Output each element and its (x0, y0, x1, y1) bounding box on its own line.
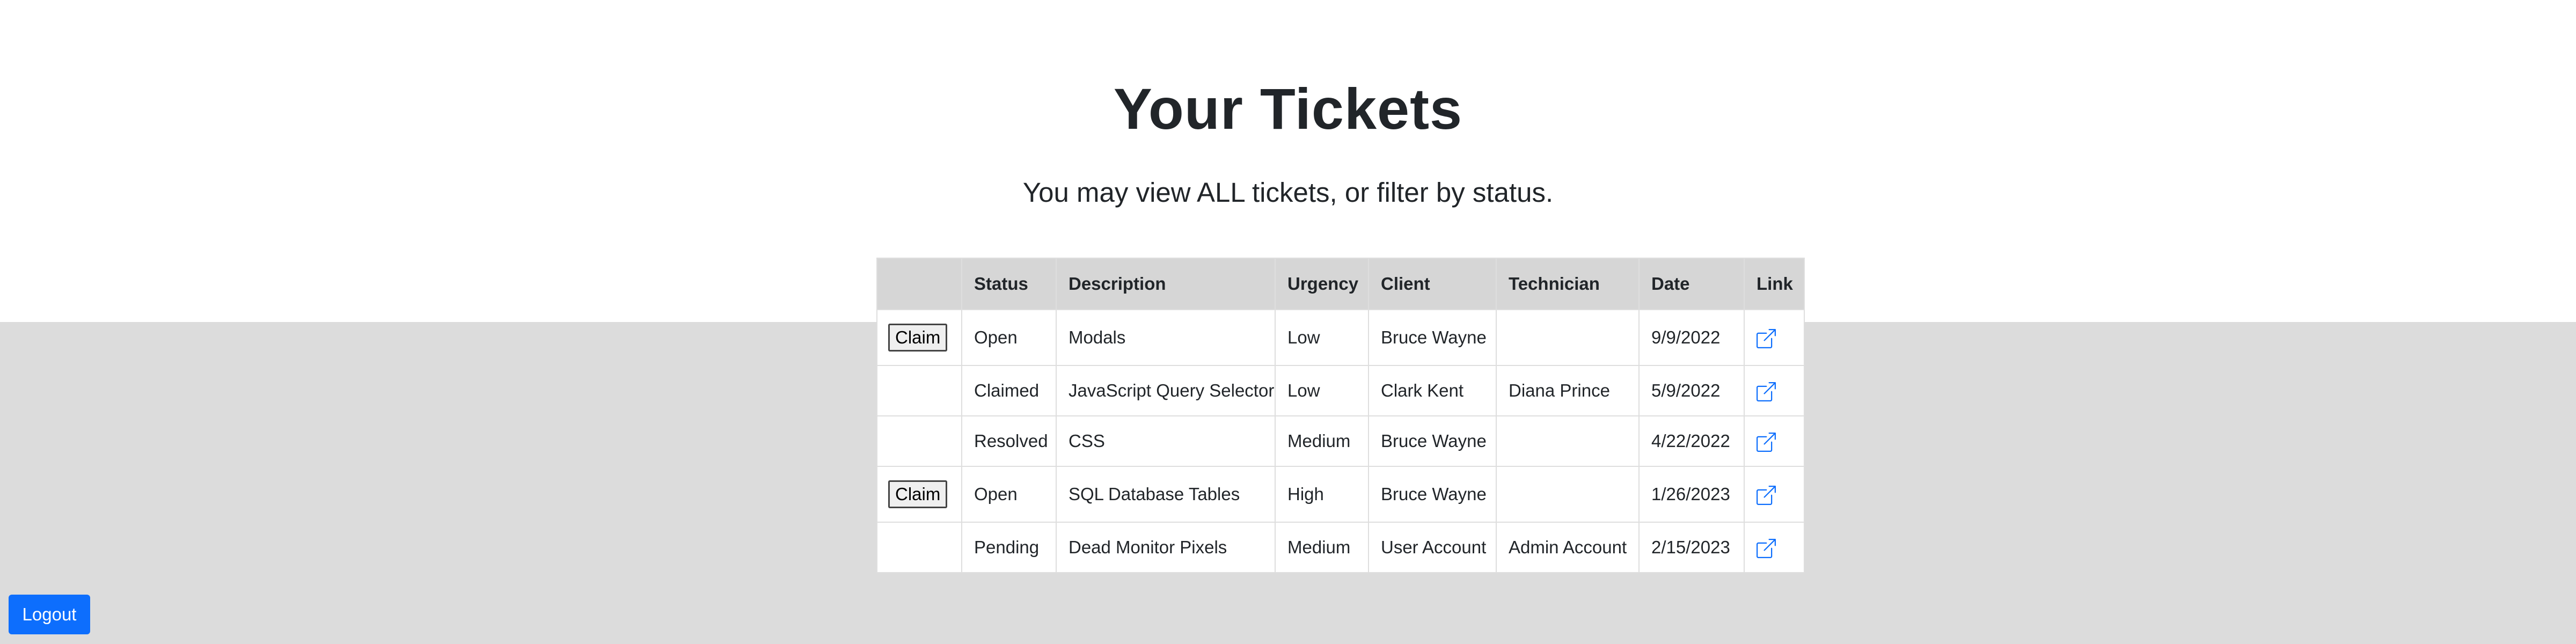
urgency-cell: Low (1275, 365, 1369, 416)
page-title: Your Tickets (1113, 76, 1463, 141)
column-header-status: Status (961, 258, 1057, 310)
technician-cell: Diana Prince (1496, 365, 1640, 416)
column-header-client: Client (1368, 258, 1497, 310)
date-cell: 4/22/2022 (1638, 415, 1745, 467)
tickets-table: Status Description Urgency Client Techni… (876, 258, 1805, 573)
page-subtitle: You may view ALL tickets, or filter by s… (1022, 177, 1554, 208)
table-row: Claimed JavaScript Query Selector Low Cl… (876, 365, 1805, 416)
column-header-technician: Technician (1496, 258, 1640, 310)
claim-button[interactable]: Claim (888, 324, 948, 352)
urgency-cell: Medium (1275, 415, 1369, 467)
column-header-urgency: Urgency (1275, 258, 1369, 310)
link-cell (1744, 365, 1805, 416)
client-cell: Bruce Wayne (1368, 415, 1497, 467)
date-cell: 2/15/2023 (1638, 522, 1745, 573)
table-header-row: Status Description Urgency Client Techni… (876, 258, 1805, 310)
column-header-action (876, 258, 962, 310)
description-cell: SQL Database Tables (1056, 466, 1276, 523)
action-cell (876, 415, 962, 467)
date-cell: 9/9/2022 (1638, 309, 1745, 366)
link-cell (1744, 415, 1805, 467)
action-cell (876, 522, 962, 573)
status-cell: Open (961, 309, 1057, 366)
column-header-description: Description (1056, 258, 1276, 310)
date-cell: 5/9/2022 (1638, 365, 1745, 416)
urgency-cell: High (1275, 466, 1369, 523)
link-cell (1744, 466, 1805, 523)
description-cell: JavaScript Query Selector (1056, 365, 1276, 416)
description-cell: Modals (1056, 309, 1276, 366)
claim-button[interactable]: Claim (888, 480, 948, 508)
action-cell: Claim (876, 309, 962, 366)
status-cell: Open (961, 466, 1057, 523)
external-link-icon[interactable] (1757, 382, 1776, 401)
client-cell: Clark Kent (1368, 365, 1497, 416)
table-row: Claim Open Modals Low Bruce Wayne 9/9/20… (876, 309, 1805, 366)
external-link-icon[interactable] (1757, 328, 1776, 348)
description-cell: CSS (1056, 415, 1276, 467)
client-cell: User Account (1368, 522, 1497, 573)
technician-cell (1496, 466, 1640, 523)
link-cell (1744, 522, 1805, 573)
column-header-date: Date (1638, 258, 1745, 310)
status-cell: Claimed (961, 365, 1057, 416)
external-link-icon[interactable] (1757, 485, 1776, 505)
logout-button[interactable]: Logout (9, 595, 90, 634)
link-cell (1744, 309, 1805, 366)
client-cell: Bruce Wayne (1368, 309, 1497, 366)
status-cell: Pending (961, 522, 1057, 573)
table-row: Pending Dead Monitor Pixels Medium User … (876, 522, 1805, 573)
date-cell: 1/26/2023 (1638, 466, 1745, 523)
table-row: Resolved CSS Medium Bruce Wayne 4/22/202… (876, 415, 1805, 467)
column-header-link: Link (1744, 258, 1805, 310)
status-cell: Resolved (961, 415, 1057, 467)
external-link-icon[interactable] (1757, 538, 1776, 558)
urgency-cell: Medium (1275, 522, 1369, 573)
urgency-cell: Low (1275, 309, 1369, 366)
technician-cell: Admin Account (1496, 522, 1640, 573)
action-cell (876, 365, 962, 416)
external-link-icon[interactable] (1757, 432, 1776, 452)
client-cell: Bruce Wayne (1368, 466, 1497, 523)
description-cell: Dead Monitor Pixels (1056, 522, 1276, 573)
technician-cell (1496, 309, 1640, 366)
action-cell: Claim (876, 466, 962, 523)
table-row: Claim Open SQL Database Tables High Bruc… (876, 466, 1805, 523)
technician-cell (1496, 415, 1640, 467)
